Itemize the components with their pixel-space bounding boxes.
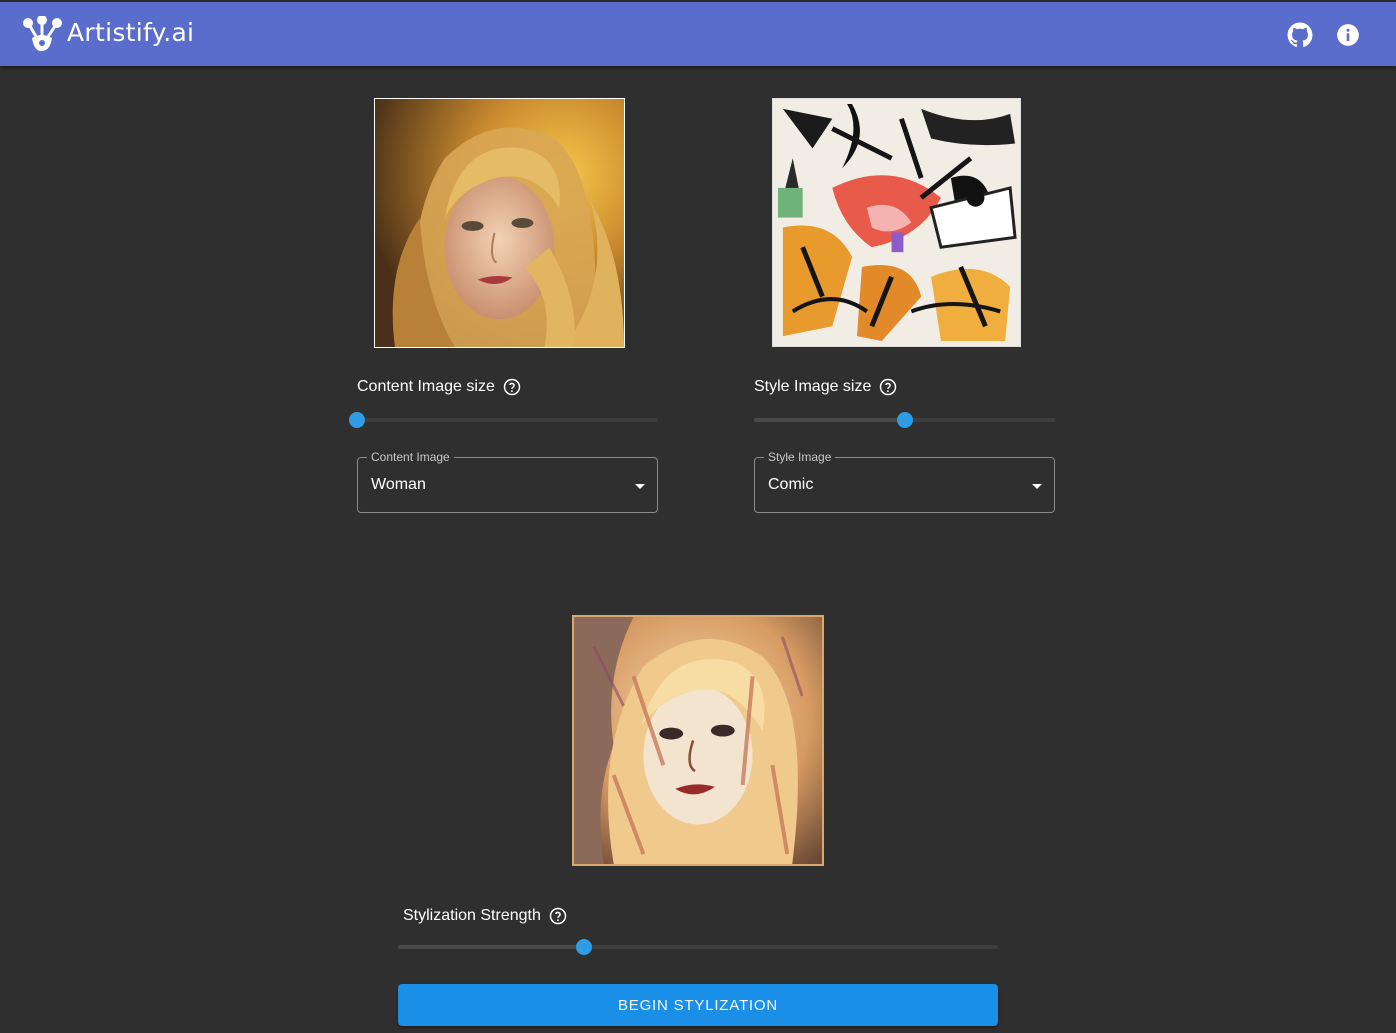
help-circle-icon[interactable] <box>879 378 897 396</box>
slider-thumb[interactable] <box>576 939 592 955</box>
app-bar: Artistify.ai <box>0 0 1396 66</box>
content-image-select-value: Woman <box>371 476 426 493</box>
stylized-result-image <box>572 615 824 866</box>
app-title: Artistify.ai <box>67 18 195 47</box>
content-size-slider[interactable] <box>349 410 658 430</box>
style-size-slider[interactable] <box>754 410 1055 430</box>
stylization-strength-label-text: Stylization Strength <box>403 907 541 924</box>
slider-thumb[interactable] <box>896 412 913 428</box>
stylization-strength-label: Stylization Strength <box>403 906 567 926</box>
style-size-label-text: Style Image size <box>754 378 872 395</box>
content-size-label: Content Image size <box>357 377 521 397</box>
style-image-preview <box>772 98 1021 347</box>
help-circle-icon[interactable] <box>549 907 567 925</box>
style-size-label: Style Image size <box>754 377 897 397</box>
style-image-select-value: Comic <box>768 476 814 493</box>
content-image-select[interactable]: Content Image Woman <box>357 450 658 513</box>
caret-down-icon <box>1032 484 1042 489</box>
slider-track <box>398 945 584 949</box>
content-image-select-label: Content Image <box>367 450 454 464</box>
content-image-preview <box>374 98 625 348</box>
slider-rail <box>357 418 658 422</box>
content-size-label-text: Content Image size <box>357 378 495 395</box>
slider-thumb[interactable] <box>349 412 365 428</box>
stylization-strength-slider[interactable] <box>398 937 998 957</box>
help-circle-icon[interactable] <box>503 378 521 396</box>
caret-down-icon <box>635 484 645 489</box>
slider-track <box>754 418 905 422</box>
info-icon[interactable] <box>1335 22 1361 48</box>
begin-stylization-button[interactable]: BEGIN STYLIZATION <box>398 984 998 1026</box>
style-image-select-label: Style Image <box>764 450 836 464</box>
github-icon[interactable] <box>1287 22 1313 48</box>
paw-logo-icon[interactable] <box>22 16 64 54</box>
style-image-select[interactable]: Style Image Comic <box>754 450 1055 513</box>
